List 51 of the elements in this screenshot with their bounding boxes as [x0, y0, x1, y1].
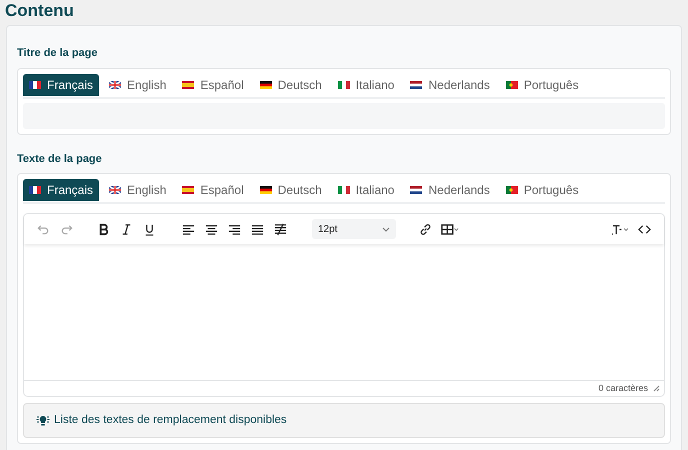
underline-icon: [143, 222, 156, 236]
language-tab[interactable]: Deutsch: [254, 74, 328, 96]
language-tab[interactable]: Deutsch: [254, 179, 328, 201]
language-tab[interactable]: Français: [23, 74, 100, 96]
placeholders-list-link[interactable]: Liste des textes de remplacement disponibles: [54, 412, 287, 430]
language-tab[interactable]: Nederlands: [404, 74, 496, 96]
flag-icon: [29, 186, 41, 194]
flag-icon: [109, 186, 122, 194]
align-left-icon: [182, 222, 195, 236]
resize-handle-icon[interactable]: [653, 385, 660, 392]
flag-icon: [29, 80, 41, 88]
language-tab[interactable]: Español: [176, 74, 250, 96]
flag-icon: [338, 80, 350, 88]
page-heading: Contenu: [4, 0, 75, 22]
align-right-icon: [228, 222, 241, 236]
lightbulb-icon: [36, 414, 50, 427]
italic-icon: [120, 222, 133, 236]
language-tab[interactable]: English: [103, 74, 172, 96]
flag-icon: [109, 80, 122, 88]
flag-icon: [182, 186, 194, 194]
flag-icon: [182, 80, 194, 88]
flag-icon: [260, 186, 272, 194]
text-style-icon: [611, 222, 629, 236]
justify-icon: [251, 222, 264, 236]
flag-icon: [260, 80, 272, 88]
bold-icon: [97, 222, 110, 236]
source-code-icon: [638, 222, 651, 236]
flag-icon: [506, 186, 518, 194]
character-count: 0 caractères: [598, 382, 648, 395]
language-tab[interactable]: English: [103, 179, 172, 201]
field-label: Texte de la page: [17, 152, 102, 166]
language-tab[interactable]: Nederlands: [404, 179, 496, 201]
language-tab[interactable]: Español: [176, 179, 250, 201]
undo-icon: [37, 222, 50, 236]
link-icon: [419, 222, 432, 236]
font-size-select[interactable]: 12pt: [312, 219, 396, 239]
flag-icon: [410, 186, 422, 194]
chevron-icon: [382, 226, 390, 232]
redo-icon: [60, 222, 73, 236]
flag-icon: [338, 186, 350, 194]
align-center-icon: [205, 222, 218, 236]
language-tab[interactable]: Italiano: [332, 74, 400, 96]
language-tab[interactable]: Português: [500, 179, 585, 201]
field-label: Titre de la page: [17, 46, 98, 61]
flag-icon: [506, 80, 518, 88]
language-tab[interactable]: Français: [23, 179, 100, 201]
table-icon: [441, 222, 459, 236]
clear-formatting-icon: [274, 222, 287, 236]
language-tab[interactable]: Português: [500, 74, 585, 96]
flag-icon: [410, 80, 422, 88]
language-tab[interactable]: Italiano: [332, 179, 400, 201]
